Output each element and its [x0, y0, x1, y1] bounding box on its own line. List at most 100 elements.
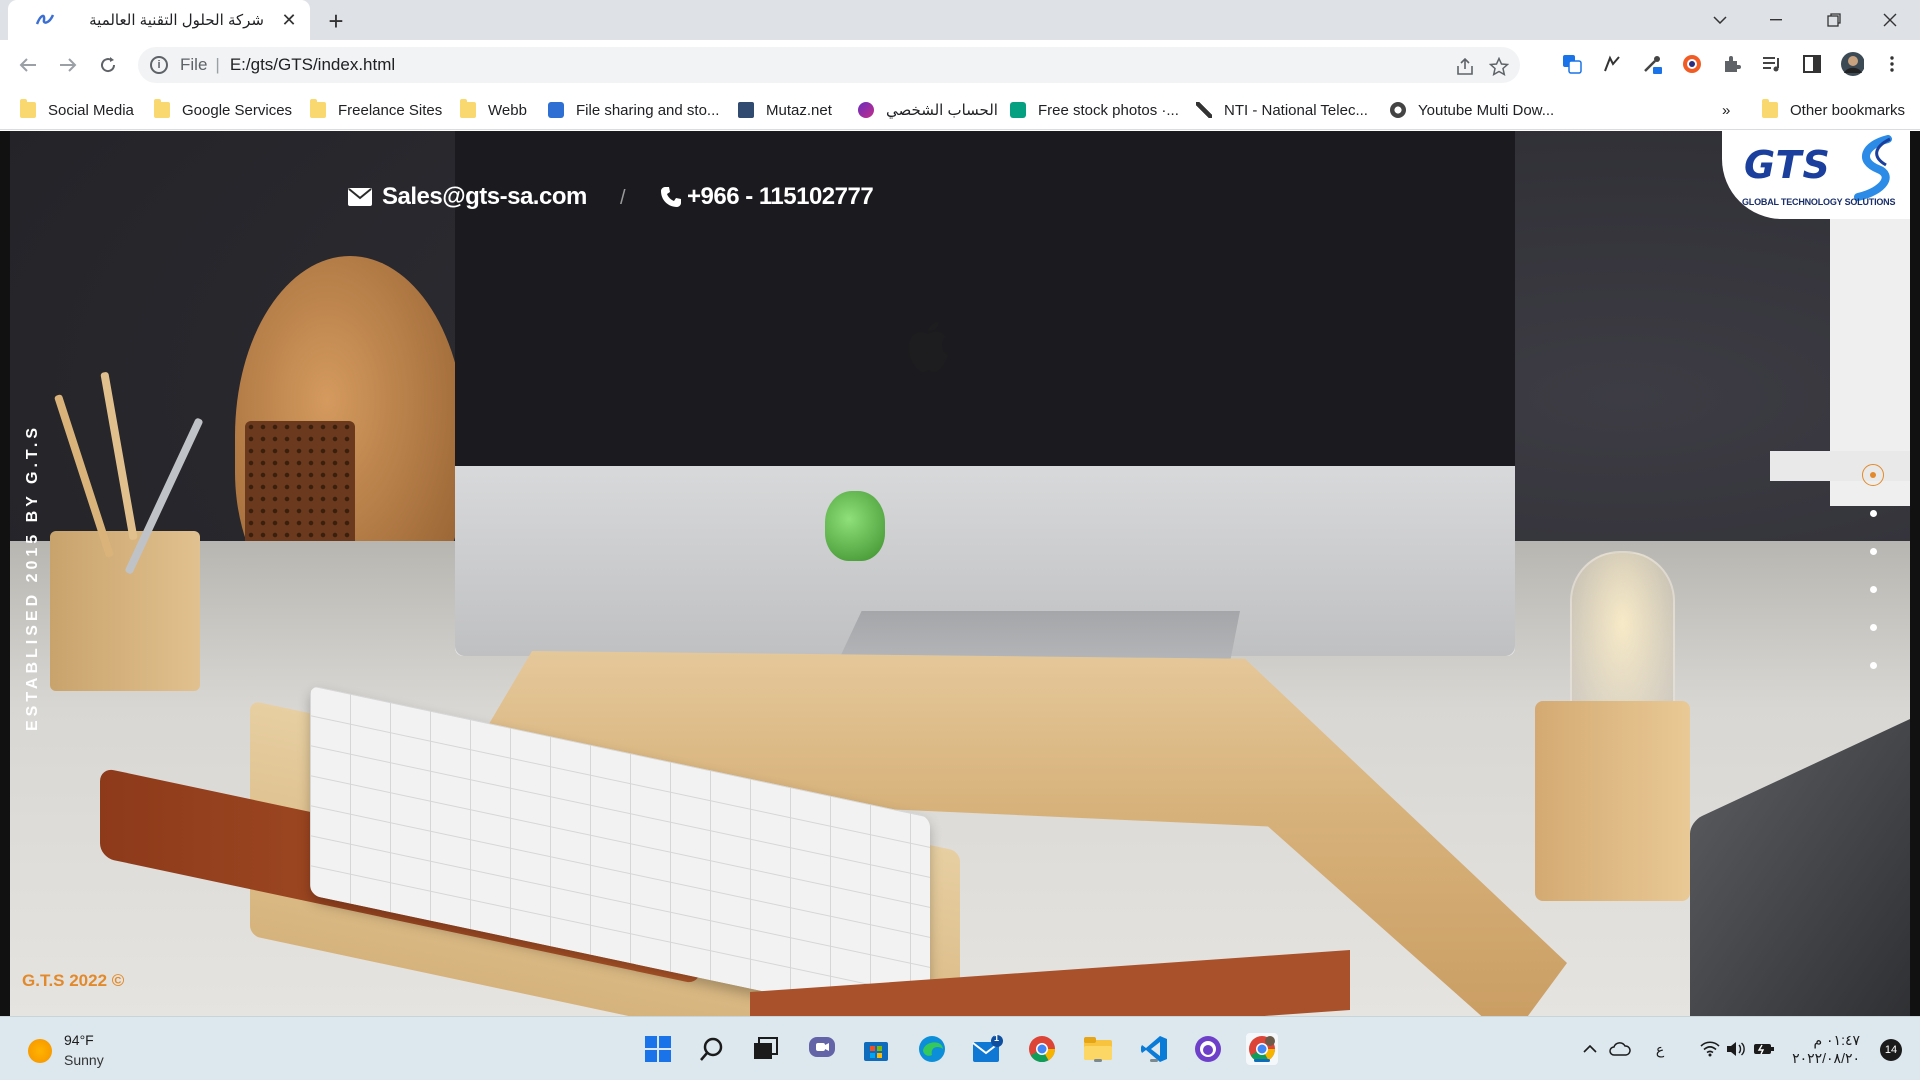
vscode-icon[interactable]: [1138, 1033, 1170, 1065]
copyright-text: G.T.S 2022 ©: [22, 971, 125, 990]
minimize-icon[interactable]: [1748, 0, 1804, 40]
bookmark-label: الحساب الشخصي: [886, 102, 998, 119]
bookmark-social-media[interactable]: Social Media: [20, 98, 134, 122]
new-tab-button[interactable]: +: [322, 8, 350, 36]
gts-logo[interactable]: GTS GLOBAL TECHNOLOGY SOLUTIONS: [1722, 131, 1910, 219]
weather-temperature[interactable]: 94°F: [64, 1032, 94, 1048]
bookmark-label: Youtube Multi Dow...: [1418, 101, 1555, 119]
volume-icon[interactable]: [1724, 1037, 1748, 1061]
bookmark-mutaz-net[interactable]: Mutaz.net: [738, 98, 832, 122]
info-icon[interactable]: i: [150, 56, 168, 74]
logo-swoosh-icon: [1854, 135, 1892, 201]
url-separator: |: [215, 55, 220, 74]
edge-browser-icon[interactable]: [916, 1033, 948, 1065]
bookmark-label: Freelance Sites: [338, 101, 443, 119]
side-panel-icon[interactable]: [1800, 52, 1824, 76]
phone-link[interactable]: +966 - 115102777: [659, 183, 874, 211]
address-bar[interactable]: i File | E:/gts/GTS/index.html: [138, 47, 1520, 83]
mutaz-site-icon: [738, 102, 754, 118]
task-view-icon[interactable]: [750, 1033, 782, 1065]
window-sill-image: [1770, 451, 1910, 481]
slider-dot[interactable]: [1869, 548, 1877, 555]
tab-search-icon[interactable]: [1692, 0, 1748, 40]
pencil-image: [100, 371, 138, 541]
running-indicator: [1094, 1059, 1102, 1062]
slider-dot[interactable]: [1869, 624, 1877, 631]
mail-badge: 1: [994, 1033, 1000, 1043]
bookmarks-overflow-button[interactable]: »: [1722, 98, 1730, 122]
url-text[interactable]: E:/gts/GTS/index.html: [230, 55, 395, 75]
share-icon[interactable]: [1454, 56, 1476, 78]
pen-extension-icon[interactable]: [1600, 52, 1624, 76]
extensions-puzzle-icon[interactable]: [1720, 52, 1744, 76]
bookmark-free-stock-photos[interactable]: Free stock photos ·...: [1010, 98, 1179, 122]
other-bookmarks-folder[interactable]: Other bookmarks: [1762, 98, 1905, 122]
wifi-icon[interactable]: [1698, 1037, 1722, 1061]
close-tab-icon[interactable]: ✕: [278, 9, 300, 31]
mail-icon[interactable]: 1: [972, 1033, 1004, 1065]
microsoft-store-icon[interactable]: [860, 1033, 892, 1065]
forward-arrow-icon[interactable]: [54, 51, 82, 79]
start-windows-icon[interactable]: [642, 1033, 674, 1065]
close-window-icon[interactable]: [1862, 0, 1918, 40]
reload-icon[interactable]: [94, 51, 122, 79]
chevron-double-right-icon: »: [1722, 101, 1731, 119]
bookmark-youtube-multi-downloader[interactable]: Youtube Multi Dow...: [1390, 98, 1554, 122]
folder-icon: [154, 99, 170, 118]
clock-time: ٠١:٤٧ م: [1813, 1032, 1860, 1048]
restore-icon[interactable]: [1806, 0, 1862, 40]
folder-icon: [460, 99, 476, 118]
file-explorer-icon[interactable]: [1082, 1033, 1114, 1065]
green-figurine-image: [825, 491, 885, 561]
onedrive-cloud-icon[interactable]: [1608, 1037, 1632, 1061]
email-link[interactable]: Sales@gts-sa.com: [348, 183, 587, 211]
slider-pagination: [1858, 464, 1888, 700]
slider-dot[interactable]: [1869, 586, 1877, 593]
teams-chat-icon[interactable]: [806, 1033, 838, 1065]
chevron-up-icon[interactable]: [1578, 1037, 1602, 1061]
bookmarks-bar: Social Media Google Services Freelance S…: [0, 90, 1920, 130]
media-control-icon[interactable]: [1760, 52, 1784, 76]
battery-charging-icon[interactable]: [1752, 1037, 1776, 1061]
browser-tab[interactable]: شركة الحلول التقنية العالمية ✕: [8, 0, 310, 40]
bookmark-file-sharing[interactable]: File sharing and sto...: [548, 98, 719, 122]
active-indicator: [1254, 1059, 1270, 1062]
notification-count-badge[interactable]: 14: [1880, 1039, 1902, 1061]
github-desktop-icon[interactable]: [1192, 1033, 1224, 1065]
more-menu-icon[interactable]: [1880, 52, 1904, 76]
slider-dot-active[interactable]: [1862, 464, 1884, 486]
stock-photos-site-icon: [1010, 102, 1026, 118]
url-scheme: File: [180, 55, 208, 74]
lamp-base-image: [1535, 701, 1690, 901]
translate-extension-icon[interactable]: [1560, 52, 1584, 76]
logo-wordmark: GTS: [1744, 143, 1831, 187]
weather-description[interactable]: Sunny: [64, 1052, 104, 1068]
bookmark-google-services[interactable]: Google Services: [154, 98, 292, 122]
bookmark-freelance-sites[interactable]: Freelance Sites: [310, 98, 442, 122]
established-text: ESTABLISED 2015 BY G.T.S: [24, 423, 41, 731]
bookmark-star-icon[interactable]: [1488, 56, 1510, 78]
avast-extension-icon[interactable]: [1680, 52, 1704, 76]
search-icon[interactable]: [696, 1033, 728, 1065]
chrome-profile-active-icon[interactable]: [1246, 1033, 1278, 1065]
pencil-cup-image: [50, 531, 200, 691]
web-page: Sales@gts-sa.com / +966 - 115102777 ESTA…: [0, 131, 1920, 1016]
hero-section: Sales@gts-sa.com / +966 - 115102777 ESTA…: [10, 131, 1910, 1016]
bookmark-personal-account[interactable]: الحساب الشخصي: [858, 98, 998, 122]
chrome-icon[interactable]: [1026, 1033, 1058, 1065]
contact-separator: /: [620, 187, 626, 209]
bookmark-webb[interactable]: Webb: [460, 98, 527, 122]
slider-dot[interactable]: [1869, 662, 1877, 669]
sun-weather-icon[interactable]: [28, 1039, 52, 1063]
tab-title: شركة الحلول التقنية العالمية: [89, 12, 264, 29]
bookmark-label: Webb: [488, 101, 527, 119]
system-clock[interactable]: ٠١:٤٧ م ٢٠٢٢/٠٨/٢٠: [1792, 1031, 1860, 1067]
eyedropper-extension-icon[interactable]: [1640, 52, 1664, 76]
bookmark-nti[interactable]: NTI - National Telec...: [1196, 98, 1368, 122]
bookmark-label: Free stock photos ·...: [1038, 101, 1179, 119]
back-arrow-icon[interactable]: [14, 51, 42, 79]
slider-dot[interactable]: [1869, 510, 1877, 517]
keyboard-language[interactable]: ع: [1648, 1037, 1672, 1061]
logo-subtitle: GLOBAL TECHNOLOGY SOLUTIONS: [1742, 197, 1896, 207]
profile-avatar-icon[interactable]: [1840, 52, 1864, 76]
